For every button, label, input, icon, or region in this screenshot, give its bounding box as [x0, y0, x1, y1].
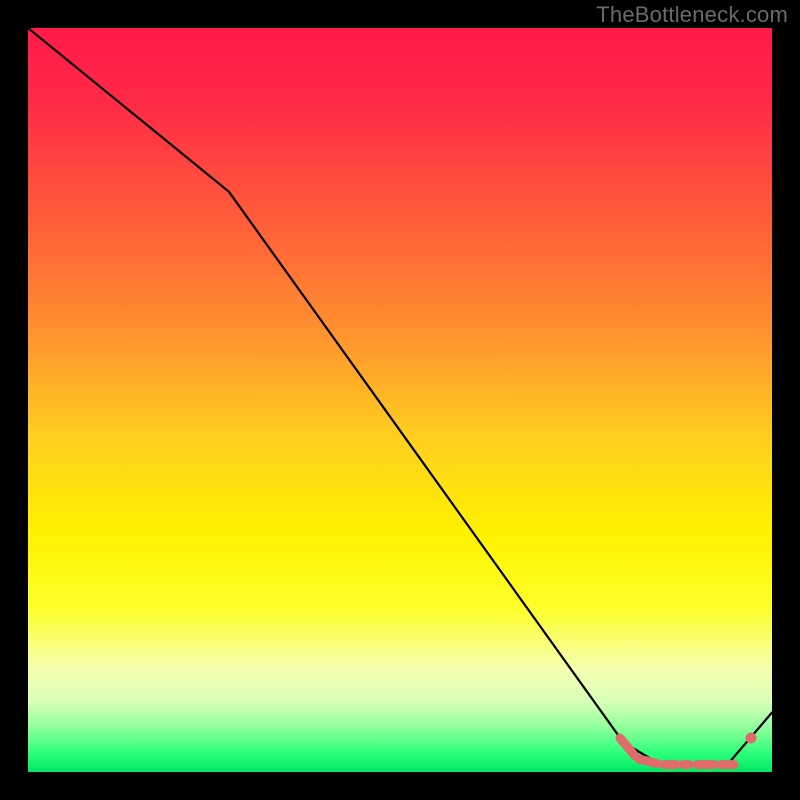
optimal-band-end-dot	[746, 733, 757, 744]
plot-area	[28, 28, 772, 772]
watermark-text: TheBottleneck.com	[596, 2, 788, 28]
gradient-background	[28, 28, 772, 772]
chart-frame: TheBottleneck.com	[0, 0, 800, 800]
chart-svg	[28, 28, 772, 772]
